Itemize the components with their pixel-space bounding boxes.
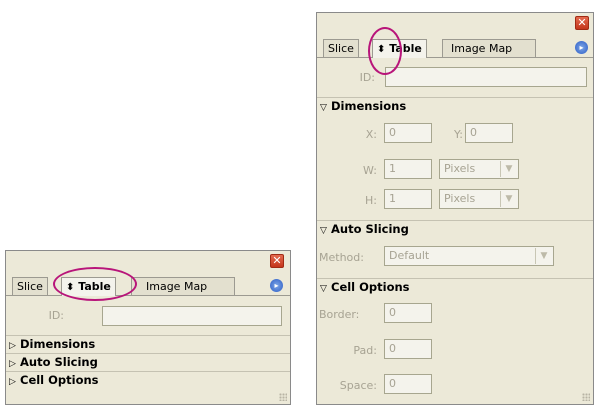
x-input[interactable]: 0	[384, 123, 432, 143]
resize-grip[interactable]	[582, 393, 590, 401]
border-label: Border:	[319, 308, 360, 321]
section-cell-options[interactable]: ▽ Cell Options	[317, 278, 593, 296]
w-input[interactable]: 1	[384, 159, 432, 179]
section-cell-options[interactable]: ▷ Cell Options	[6, 371, 290, 389]
chevron-down-icon: ▼	[500, 191, 517, 207]
h-input[interactable]: 1	[384, 189, 432, 209]
titlebar[interactable]: ✕	[6, 251, 290, 269]
collapse-triangle-icon: ▽	[320, 226, 327, 236]
section-title: Cell Options	[20, 373, 99, 387]
tab-image-map[interactable]: Image Map	[131, 277, 235, 295]
table-palette-collapsed: ✕ Slice ⬍ Table Image Map ▸ ID: ▷ Dimensi…	[5, 250, 291, 405]
border-input[interactable]: 0	[384, 303, 432, 323]
select-value: Pixels	[444, 162, 476, 175]
id-label: ID:	[359, 71, 375, 84]
chevron-down-icon: ▼	[535, 248, 552, 264]
w-unit-select[interactable]: Pixels ▼	[439, 159, 519, 179]
y-input[interactable]: 0	[465, 123, 513, 143]
tab-image-map[interactable]: Image Map	[442, 39, 536, 57]
w-label: W:	[363, 164, 377, 177]
section-dimensions[interactable]: ▽ Dimensions	[317, 97, 593, 115]
tab-bar: Slice ⬍ Table Image Map ▸	[6, 275, 290, 296]
tab-slice[interactable]: Slice	[323, 39, 359, 57]
space-input[interactable]: 0	[384, 374, 432, 394]
space-label: Space:	[339, 379, 377, 392]
highlight-ellipse	[368, 27, 402, 75]
id-label: ID:	[48, 309, 64, 322]
method-select[interactable]: Default ▼	[384, 246, 554, 266]
section-title: Auto Slicing	[20, 355, 98, 369]
section-title: Dimensions	[20, 337, 96, 351]
h-label: H:	[365, 194, 377, 207]
pad-label: Pad:	[353, 344, 377, 357]
close-icon[interactable]: ✕	[575, 16, 589, 30]
palette-menu-icon[interactable]: ▸	[575, 41, 588, 54]
h-unit-select[interactable]: Pixels ▼	[439, 189, 519, 209]
section-title: Auto Slicing	[331, 222, 409, 236]
expand-triangle-icon: ▷	[9, 359, 16, 369]
section-auto-slicing[interactable]: ▽ Auto Slicing	[317, 220, 593, 238]
tab-label: Slice	[17, 280, 43, 293]
highlight-ellipse	[53, 267, 137, 301]
collapse-triangle-icon: ▽	[320, 284, 327, 294]
select-value: Default	[389, 249, 430, 262]
section-title: Cell Options	[331, 280, 410, 294]
table-palette-expanded: ✕ Slice ⬍ Table Image Map ▸ ID: ▽ Dimensi…	[316, 12, 594, 405]
tab-label: Slice	[328, 42, 354, 55]
section-auto-slicing[interactable]: ▷ Auto Slicing	[6, 353, 290, 371]
expand-triangle-icon: ▷	[9, 377, 16, 387]
resize-grip[interactable]	[279, 393, 287, 401]
section-dimensions[interactable]: ▷ Dimensions	[6, 335, 290, 353]
id-input[interactable]	[385, 67, 587, 87]
y-label: Y:	[454, 128, 463, 141]
pad-input[interactable]: 0	[384, 339, 432, 359]
section-title: Dimensions	[331, 99, 407, 113]
select-value: Pixels	[444, 192, 476, 205]
titlebar[interactable]: ✕	[317, 13, 593, 31]
id-input[interactable]	[102, 306, 282, 326]
tab-label: Image Map	[451, 42, 513, 55]
tab-slice[interactable]: Slice	[12, 277, 48, 295]
expand-triangle-icon: ▷	[9, 341, 16, 351]
chevron-down-icon: ▼	[500, 161, 517, 177]
method-label: Method:	[319, 251, 364, 264]
x-label: X:	[365, 128, 377, 141]
palette-menu-icon[interactable]: ▸	[270, 279, 283, 292]
collapse-triangle-icon: ▽	[320, 103, 327, 113]
tab-label: Image Map	[146, 280, 208, 293]
close-icon[interactable]: ✕	[270, 254, 284, 268]
tab-bar: Slice ⬍ Table Image Map ▸	[317, 37, 593, 58]
